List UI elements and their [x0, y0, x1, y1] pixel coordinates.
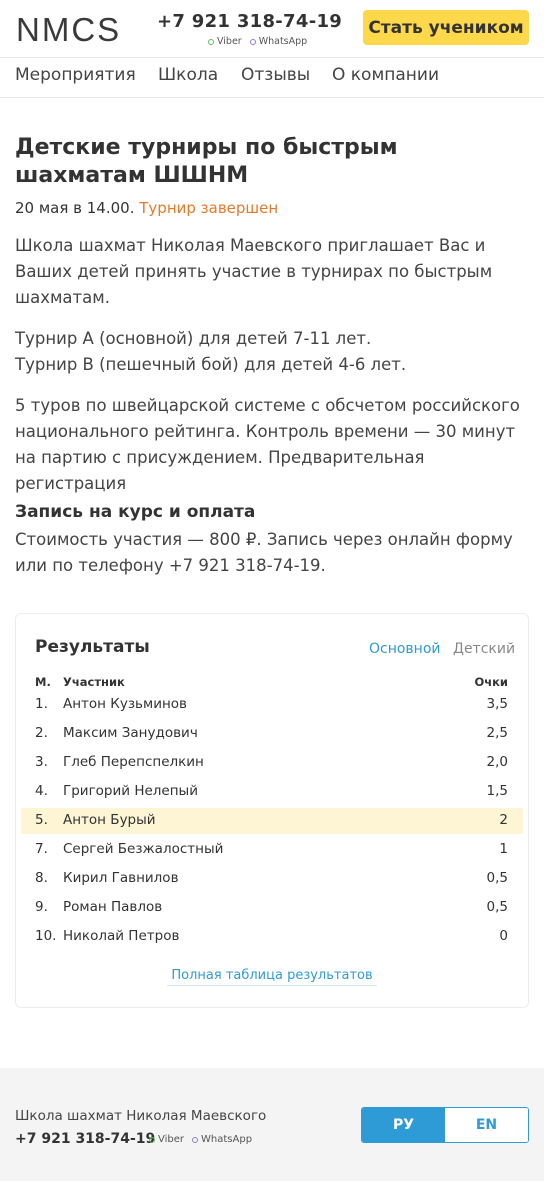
- row-place: 8.: [35, 870, 48, 886]
- status-badge: Турнир завершен: [139, 199, 279, 217]
- footer-messengers: Viber WhatsApp: [149, 1134, 252, 1145]
- tournament-b-line: Турнир В (пешечный бой) для детей 4-6 ле…: [15, 355, 407, 374]
- rules-paragraph: 5 туров по швейцарской системе с обсчето…: [15, 396, 520, 493]
- row-participant: Сергей Безжалостный: [63, 841, 224, 857]
- nav-item-reviews[interactable]: Отзывы: [241, 65, 310, 85]
- row-points: 3,5: [486, 696, 508, 712]
- col-header-place: М.: [35, 675, 51, 689]
- viber-label: Viber: [217, 36, 242, 47]
- table-row: 2. Максим Занудович 2,5: [21, 721, 523, 747]
- logo[interactable]: NMCS: [16, 11, 121, 49]
- row-participant: Антон Кузьминов: [63, 696, 188, 712]
- full-results-wrapper: Полная таблица результатов: [16, 964, 528, 986]
- row-points: 2,5: [486, 725, 508, 741]
- viber-dot-icon: [149, 1136, 155, 1143]
- row-participant: Кирил Гавнилов: [63, 870, 179, 886]
- row-participant: Григорий Нелепый: [63, 783, 198, 799]
- row-points: 1,5: [486, 783, 508, 799]
- row-participant: Максим Занудович: [63, 725, 198, 741]
- become-student-button[interactable]: Стать учеником: [363, 10, 529, 45]
- row-points: 0,5: [486, 870, 508, 886]
- footer-viber-link[interactable]: Viber: [149, 1134, 184, 1145]
- row-place: 4.: [35, 783, 48, 799]
- row-participant: Роман Павлов: [63, 899, 163, 915]
- tab-main[interactable]: Основной: [369, 641, 441, 657]
- row-place: 10.: [35, 928, 57, 944]
- row-points: 0,5: [486, 899, 508, 915]
- row-place: 7.: [35, 841, 48, 857]
- viber-link[interactable]: Viber: [208, 36, 242, 47]
- tournament-a-line: Турнир А (основной) для детей 7-11 лет.: [15, 329, 372, 348]
- table-row: 10. Николай Петров 0: [21, 924, 523, 950]
- row-participant: Антон Бурый: [63, 812, 156, 828]
- header-messengers: Viber WhatsApp: [208, 36, 307, 47]
- language-switcher: РУ EN: [361, 1107, 529, 1143]
- event-date: 20 мая в 14.00.: [15, 199, 135, 217]
- lang-ru-button[interactable]: РУ: [362, 1108, 445, 1142]
- tab-kids[interactable]: Детский: [453, 641, 515, 657]
- full-results-link[interactable]: Полная таблица результатов: [167, 968, 377, 986]
- table-row: 1. Антон Кузьминов 3,5: [21, 692, 523, 718]
- whatsapp-link[interactable]: WhatsApp: [249, 36, 308, 47]
- table-row: 5. Антон Бурый 2: [21, 808, 523, 834]
- whatsapp-label: WhatsApp: [258, 36, 308, 47]
- row-points: 2,0: [486, 754, 508, 770]
- lang-en-button[interactable]: EN: [445, 1108, 528, 1142]
- site-footer: Школа шахмат Николая Маевского +7 921 31…: [0, 1068, 544, 1181]
- header-phone-link[interactable]: +7 921 318-74-19: [157, 11, 342, 32]
- row-points: 2: [499, 812, 508, 828]
- row-place: 5.: [35, 812, 48, 828]
- intro-paragraph: Школа шахмат Николая Маевского приглашае…: [15, 236, 493, 307]
- table-row: 4. Григорий Нелепый 1,5: [21, 779, 523, 805]
- footer-school-name: Школа шахмат Николая Маевского: [15, 1108, 267, 1124]
- col-header-points: Очки: [474, 675, 508, 689]
- results-card: Результаты Основной Детский М. Участник …: [15, 613, 529, 1008]
- row-points: 1: [499, 841, 508, 857]
- table-row: 9. Роман Павлов 0,5: [21, 895, 523, 921]
- row-points: 0: [499, 928, 508, 944]
- results-title: Результаты: [35, 637, 150, 657]
- row-place: 2.: [35, 725, 48, 741]
- tournaments-paragraph: Турнир А (основной) для детей 7-11 лет. …: [15, 326, 530, 378]
- enrollment-heading: Запись на курс и оплата: [15, 502, 256, 522]
- event-date-line: 20 мая в 14.00. Турнир завершен: [15, 199, 278, 217]
- page-title: Детские турниры по быстрым шахматам ШШНМ: [15, 135, 398, 188]
- col-header-participant: Участник: [63, 675, 125, 689]
- whatsapp-dot-icon: [192, 1136, 199, 1143]
- nav-item-school[interactable]: Школа: [158, 65, 218, 85]
- nav-item-about[interactable]: О компании: [332, 65, 439, 85]
- price-paragraph: Стоимость участия — 800 ₽. Запись через …: [15, 530, 513, 575]
- footer-whatsapp-link[interactable]: WhatsApp: [192, 1134, 252, 1145]
- row-place: 1.: [35, 696, 48, 712]
- main-nav: Мероприятия Школа Отзывы О компании: [0, 58, 544, 98]
- row-place: 3.: [35, 754, 48, 770]
- row-participant: Глеб Перепспелкин: [63, 754, 204, 770]
- footer-phone-link[interactable]: +7 921 318-74-19: [15, 1131, 155, 1147]
- site-header: NMCS +7 921 318-74-19 Viber WhatsApp Ста…: [0, 0, 544, 58]
- table-row: 7. Сергей Безжалостный 1: [21, 837, 523, 863]
- footer-whatsapp-label: WhatsApp: [201, 1134, 253, 1145]
- row-place: 9.: [35, 899, 48, 915]
- table-row: 8. Кирил Гавнилов 0,5: [21, 866, 523, 892]
- viber-dot-icon: [208, 38, 214, 45]
- whatsapp-dot-icon: [249, 38, 256, 45]
- nav-item-events[interactable]: Мероприятия: [15, 65, 136, 85]
- footer-viber-label: Viber: [158, 1134, 185, 1145]
- row-participant: Николай Петров: [63, 928, 180, 944]
- table-row: 3. Глеб Перепспелкин 2,0: [21, 750, 523, 776]
